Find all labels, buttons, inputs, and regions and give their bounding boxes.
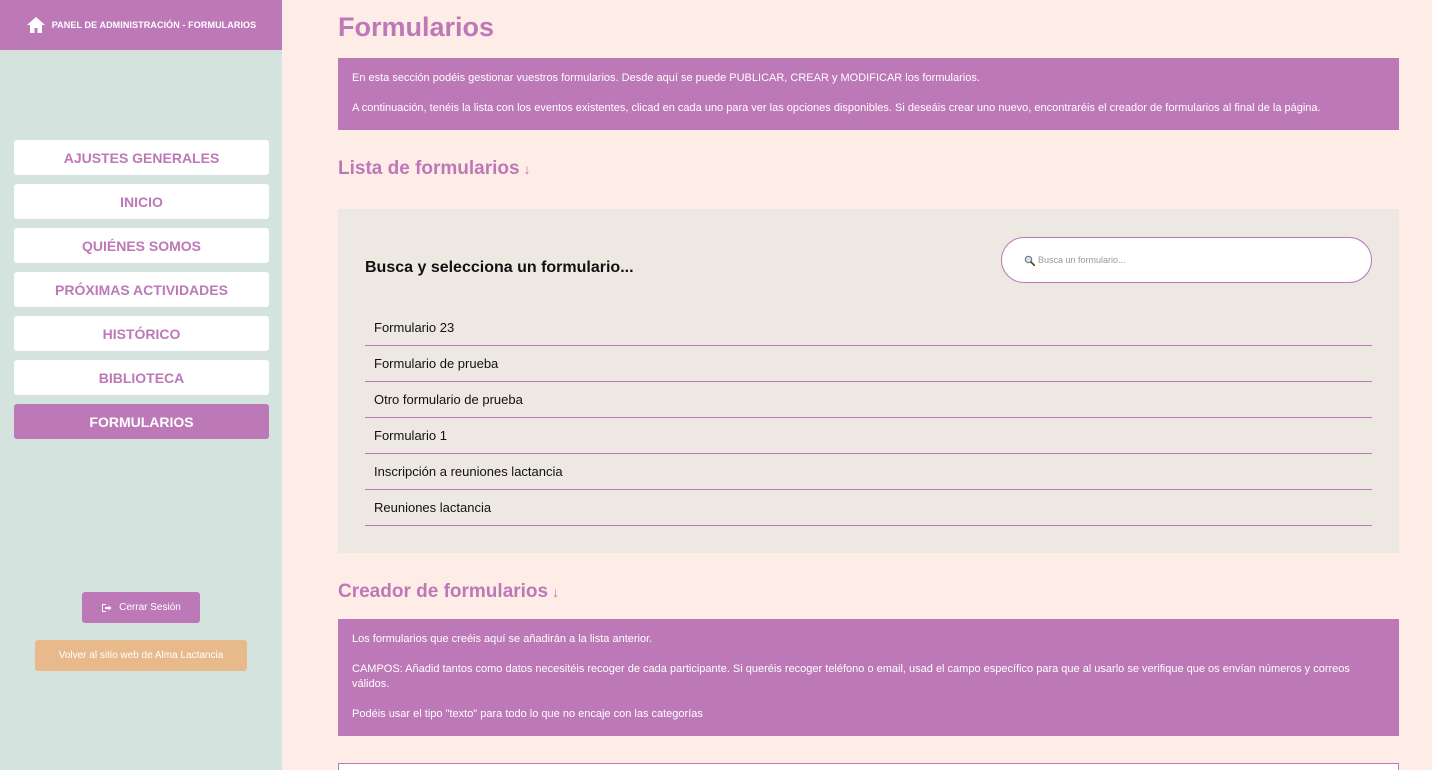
form-creator-frame (338, 763, 1399, 770)
sidebar-item-inicio[interactable]: INICIO (14, 184, 269, 219)
sidebar-item-ajustes-generales[interactable]: AJUSTES GENERALES (14, 140, 269, 175)
sidebar-item-quienes-somos[interactable]: QUIÉNES SOMOS (14, 228, 269, 263)
intro-info-box: En esta sección podéis gestionar vuestro… (338, 58, 1399, 130)
sidebar-item-proximas-actividades[interactable]: PRÓXIMAS ACTIVIDADES (14, 272, 269, 307)
sidebar-item-historico[interactable]: HISTÓRICO (14, 316, 269, 351)
back-to-site-button[interactable]: Volver al sitio web de Alma Lactancia (35, 640, 247, 671)
page-title: Formularios (338, 12, 495, 42)
list-item[interactable]: Formulario de prueba (365, 346, 1372, 382)
sidebar: PANEL DE ADMINISTRACIÓN - FORMULARIOS AJ… (0, 0, 282, 770)
form-list: Formulario 23 Formulario de prueba Otro … (365, 310, 1372, 526)
logout-button[interactable]: Cerrar Sesión (82, 592, 200, 623)
list-section-title: Lista de formularios ↓ (338, 158, 531, 180)
list-item[interactable]: Formulario 1 (365, 418, 1372, 454)
sign-out-icon (102, 603, 112, 612)
arrow-down-icon: ↓ (552, 584, 560, 600)
creator-text-3: Podéis usar el tipo "texto" para todo lo… (352, 708, 703, 720)
list-item[interactable]: Reuniones lactancia (365, 490, 1372, 526)
sidebar-nav: AJUSTES GENERALES INICIO QUIÉNES SOMOS P… (14, 140, 269, 448)
home-icon (26, 17, 45, 33)
form-list-panel: Busca y selecciona un formulario... Form… (338, 209, 1399, 553)
sidebar-item-formularios[interactable]: FORMULARIOS (14, 404, 269, 439)
search-label: Busca y selecciona un formulario... (365, 259, 634, 276)
sidebar-header[interactable]: PANEL DE ADMINISTRACIÓN - FORMULARIOS (0, 0, 282, 50)
list-section-title-text: Lista de formularios (338, 158, 520, 179)
list-item[interactable]: Formulario 23 (365, 310, 1372, 346)
list-item[interactable]: Otro formulario de prueba (365, 382, 1372, 418)
creator-text-1: Los formularios que creéis aquí se añadi… (352, 633, 653, 645)
list-item[interactable]: Inscripción a reuniones lactancia (365, 454, 1372, 490)
search-icon (1024, 255, 1035, 266)
creator-text-2: CAMPOS: Añadid tantos como datos necesit… (352, 663, 1350, 690)
creator-section-title-text: Creador de formularios (338, 581, 549, 602)
creator-info-box: Los formularios que creéis aquí se añadi… (338, 619, 1399, 736)
intro-text-2: A continuación, tenéis la lista con los … (352, 102, 1321, 114)
logout-label: Cerrar Sesión (119, 602, 181, 613)
search-input[interactable] (1038, 255, 1338, 265)
intro-text-1: En esta sección podéis gestionar vuestro… (352, 72, 980, 84)
sidebar-title: PANEL DE ADMINISTRACIÓN - FORMULARIOS (51, 20, 257, 30)
arrow-down-icon: ↓ (523, 161, 531, 177)
creator-section-title: Creador de formularios ↓ (338, 581, 559, 603)
search-box[interactable] (1001, 237, 1372, 283)
sidebar-item-biblioteca[interactable]: BIBLIOTECA (14, 360, 269, 395)
